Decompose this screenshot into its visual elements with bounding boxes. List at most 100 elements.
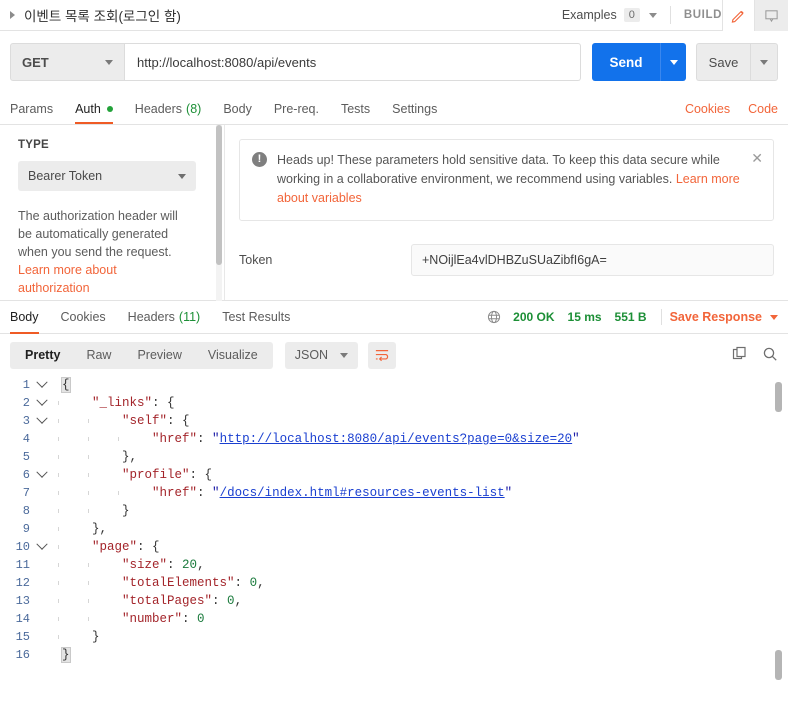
code-line: 13 "totalPages": 0,: [0, 592, 788, 610]
indent-guide: [58, 581, 59, 585]
indent-guide: [58, 545, 59, 549]
request-tab-links: Cookies Code: [667, 102, 778, 124]
chevron-down-icon: [36, 412, 48, 424]
indent-guide: [58, 509, 59, 513]
response-format-select[interactable]: JSON: [284, 341, 359, 369]
code-line: 12 "totalElements": 0,: [0, 574, 788, 592]
view-mode-raw[interactable]: Raw: [73, 342, 124, 369]
scrollbar-thumb-top[interactable]: [775, 382, 782, 412]
http-method-select[interactable]: GET: [10, 43, 125, 81]
indent-guide: [88, 419, 89, 423]
code-text: "totalPages": 0,: [122, 594, 243, 608]
save-response-button[interactable]: Save Response: [670, 310, 778, 324]
line-number: 10: [15, 540, 30, 554]
response-time: 15 ms: [567, 310, 602, 324]
token-input[interactable]: +NOijlEa4vlDHBZuSUaZibfI6gA=: [411, 244, 774, 276]
line-number: 5: [22, 450, 30, 464]
chevron-down-icon: [36, 394, 48, 406]
search-button[interactable]: [762, 346, 778, 365]
tab-auth[interactable]: Auth: [75, 102, 113, 124]
indent-guide: [58, 491, 59, 495]
indent-guide: [58, 455, 59, 459]
save-options-button[interactable]: [750, 43, 778, 81]
chevron-down-icon: [669, 59, 678, 65]
code-text: },: [92, 522, 108, 536]
url-input[interactable]: http://localhost:8080/api/events: [125, 43, 581, 81]
line-number: 12: [15, 576, 30, 590]
chevron-down-icon: [36, 376, 48, 388]
fold-chevron-down-icon[interactable]: [34, 466, 50, 479]
tab-body[interactable]: Body: [223, 102, 252, 124]
tab-label: Headers: [127, 310, 175, 324]
response-tab-body[interactable]: Body: [10, 301, 39, 334]
line-number: 1: [22, 378, 30, 392]
tab-tests[interactable]: Tests: [341, 102, 370, 124]
tab-params[interactable]: Params: [10, 102, 53, 124]
line-number: 11: [15, 558, 30, 572]
scrollbar-thumb[interactable]: [216, 125, 222, 265]
chevron-down-icon: [340, 352, 349, 358]
line-number: 6: [22, 468, 30, 482]
send-options-button[interactable]: [660, 43, 686, 81]
tab-settings[interactable]: Settings: [392, 102, 437, 124]
response-tab-headers[interactable]: Headers (11): [128, 301, 201, 334]
tab-prerequest[interactable]: Pre-req.: [274, 102, 319, 124]
view-mode-visualize[interactable]: Visualize: [195, 342, 271, 369]
code-text: "profile": {: [122, 468, 213, 482]
tab-label: Body: [223, 102, 252, 116]
fold-chevron-down-icon[interactable]: [34, 538, 50, 551]
auth-type-select[interactable]: Bearer Token: [18, 161, 196, 191]
code-text: }: [122, 504, 130, 518]
expand-triangle-icon[interactable]: [10, 11, 15, 19]
http-method-label: GET: [22, 54, 49, 70]
save-response-label: Save Response: [669, 310, 762, 324]
save-button[interactable]: Save: [696, 43, 750, 81]
response-tab-cookies[interactable]: Cookies: [61, 301, 106, 334]
tab-label: Tests: [340, 102, 371, 116]
code-text: "size": 20,: [122, 558, 205, 572]
view-mode-group: Pretty Raw Preview Visualize: [10, 341, 273, 369]
chevron-down-icon: [770, 314, 778, 320]
response-tab-test-results[interactable]: Test Results: [222, 301, 290, 334]
indent-guide: [88, 491, 89, 495]
edit-pencil-button[interactable]: [722, 0, 755, 31]
fold-chevron-down-icon[interactable]: [34, 376, 50, 389]
view-mode-pretty[interactable]: Pretty: [12, 342, 73, 369]
tab-label: Test Results: [222, 310, 291, 324]
code-text: }: [92, 630, 100, 644]
fold-chevron-down-icon[interactable]: [34, 394, 50, 407]
auth-description: The authorization header will be automat…: [18, 207, 190, 297]
examples-count-badge: 0: [623, 8, 640, 22]
request-tab-bar: Params Auth Headers (8) Body Pre-req. Te…: [0, 93, 788, 125]
auth-panel-scrollbar[interactable]: [216, 125, 222, 301]
auth-learn-more-link[interactable]: Learn more about authorization: [18, 263, 117, 295]
copy-button[interactable]: [732, 346, 748, 365]
tab-headers[interactable]: Headers (8): [135, 102, 202, 124]
code-line: 16}: [0, 646, 788, 664]
examples-chevron-down-icon[interactable]: [648, 12, 657, 18]
cookies-link[interactable]: Cookies: [685, 102, 730, 116]
code-text: "number": 0: [122, 612, 205, 626]
close-icon[interactable]: ✕: [751, 151, 763, 208]
exclamation-icon: !: [252, 152, 267, 167]
code-text: "totalElements": 0,: [122, 576, 265, 590]
line-number: 3: [22, 414, 30, 428]
indent-guide: [58, 437, 59, 441]
line-number: 8: [22, 504, 30, 518]
save-button-group: Save: [696, 43, 778, 81]
line-number: 16: [15, 648, 30, 662]
scrollbar-thumb-bottom[interactable]: [775, 650, 782, 680]
send-button[interactable]: Send: [592, 43, 660, 81]
view-mode-preview[interactable]: Preview: [124, 342, 194, 369]
warning-text: Heads up! These parameters hold sensitiv…: [277, 153, 720, 186]
code-scrollbar[interactable]: [775, 382, 782, 680]
indent-guide: [88, 599, 89, 603]
word-wrap-button[interactable]: [368, 341, 397, 369]
auth-panel: TYPE Bearer Token The authorization head…: [0, 125, 788, 301]
fold-chevron-down-icon[interactable]: [34, 412, 50, 425]
request-name: 이벤트 목록 조회(로그인 함): [24, 9, 181, 24]
comment-button[interactable]: [755, 0, 788, 31]
code-link[interactable]: Code: [748, 102, 778, 116]
indent-guide: [58, 419, 59, 423]
response-body-code[interactable]: 1{2 "_links": {3 "self": {4 "href": "htt…: [0, 376, 788, 686]
